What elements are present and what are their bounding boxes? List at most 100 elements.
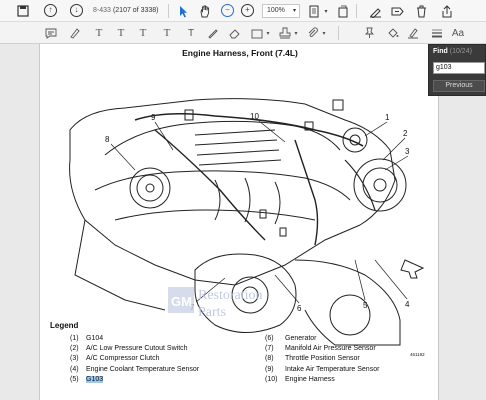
pen-color-icon [408,28,418,39]
divider [338,26,339,40]
zoom-select[interactable]: 100% ▾ [262,4,300,18]
find-previous-button[interactable]: Previous [433,80,485,92]
text-strikethrough-tool[interactable]: T [114,25,128,41]
select-tool-button[interactable] [178,3,188,19]
chevron-down-icon: ▾ [292,8,296,14]
minus-icon: − [221,4,234,17]
share-button[interactable] [440,3,454,19]
callout-6: 6 [297,304,302,313]
chevron-down-icon[interactable]: ▾ [264,25,272,41]
color-tool[interactable] [386,25,400,41]
rectangle-icon [251,29,263,38]
text-replace-tool[interactable]: T [136,25,150,41]
callout-4: 4 [405,300,410,309]
legend-item: (9) Intake Air Temperature Sensor [265,365,380,373]
legend-item: (5) G103 [70,375,104,383]
cursor-arrow-icon [179,5,187,17]
comment-tool[interactable] [44,25,58,41]
attach-tool[interactable] [306,25,320,41]
legend-item: (2) A/C Low Pressure Cutout Switch [70,345,188,353]
page-count: (2107 of 3338) [112,7,159,14]
text-box-icon: T [187,27,195,39]
font-tool[interactable]: Aa [450,25,466,41]
sign-button[interactable] [368,3,382,19]
fill-sign-icon [391,7,404,15]
eraser-tool[interactable] [228,25,242,41]
previous-page-button[interactable]: ↑ [44,4,57,17]
hand-icon [200,5,210,17]
stamp-tool[interactable] [278,25,292,41]
share-icon [442,4,452,17]
arrow-up-icon: ↑ [44,4,57,17]
search-highlight: G103 [86,375,104,383]
chevron-down-icon[interactable]: ▾ [320,25,328,41]
find-header: Find (10/24) [433,48,472,55]
zoom-out-button[interactable]: − [221,4,234,17]
highlighter-icon [70,28,80,39]
legend-item: (10) Engine Harness [265,375,335,383]
next-page-button[interactable]: ↓ [70,4,83,17]
stroke-color-tool[interactable] [406,25,420,41]
highlight-tool[interactable] [68,25,82,41]
annotation-toolbar: T T T T T ▾ ▾ ▾ Aa [0,22,486,44]
text-underline-tool[interactable]: T [92,25,106,41]
arrow-down-icon: ↓ [70,4,83,17]
save-icon[interactable] [14,2,32,20]
rotate-page-icon [338,5,348,17]
eraser-icon [229,29,240,39]
divider [356,4,357,18]
legend-item: (4) Engine Coolant Temperature Sensor [70,365,200,373]
callout-1: 1 [385,113,390,122]
find-label: Find [433,48,448,55]
callout-5: 5 [363,301,368,310]
legend-right-column: (6) Generator (7) Manifold Air Pressure Se… [265,334,379,385]
draw-tool[interactable] [206,25,220,41]
watermark: GM Restoration Parts [168,282,288,327]
pen-sign-icon [369,7,381,18]
trash-icon [416,5,426,17]
callout-8: 8 [105,135,110,144]
chevron-down-icon[interactable]: ▾ [322,3,330,19]
hand-tool-button[interactable] [198,3,212,19]
legend-item: (3) A/C Compressor Clutch [70,355,160,363]
callout-2: 2 [403,129,408,138]
font-icon: Aa [451,27,465,39]
text-icon: T [163,27,171,39]
plus-icon: + [241,4,254,17]
text-insert-tool[interactable]: T [160,25,174,41]
callout-9: 9 [151,113,156,122]
callout-10: 10 [250,112,259,121]
fit-page-button[interactable] [308,3,322,19]
zoom-in-button[interactable]: + [241,4,254,17]
pencil-icon [208,29,218,39]
find-input[interactable]: g103 [433,62,485,74]
rotate-button[interactable] [336,3,350,19]
stamp-icon [279,27,291,39]
shape-tool[interactable] [250,25,264,41]
divider [168,4,169,18]
page-navigation: 8-433 (2107 of 3338) [93,4,165,18]
pin-tool[interactable] [362,25,376,41]
fill-sign-button[interactable] [390,3,404,19]
callout-3: 3 [405,147,410,156]
page-number-field[interactable]: 8-433 [93,4,111,18]
paperclip-icon [308,27,318,38]
svg-text:Parts: Parts [198,305,226,320]
line-style-tool[interactable] [430,25,444,41]
legend-item: (8) Throttle Position Sensor [265,355,360,363]
legend-item: (1) G104 [70,335,104,342]
svg-text:Restoration: Restoration [198,288,263,303]
fit-page-icon [309,5,319,17]
main-toolbar: ↑ ↓ 8-433 (2107 of 3338) − + 100% ▾ ▾ [0,0,486,22]
chevron-down-icon[interactable]: ▾ [292,25,300,41]
zoom-value: 100% [267,7,285,14]
arrow-icon [400,259,425,279]
delete-button[interactable] [414,3,428,19]
text-icon: T [95,27,103,39]
svg-text:GM: GM [171,294,192,309]
line-weight-icon [432,29,442,38]
legend-title: Legend [50,321,79,330]
add-text-tool[interactable]: T [184,25,198,41]
pdf-page: Engine Harness, Front (7.4L) 9 8 10 1 2 … [39,44,439,400]
find-panel: Find (10/24) g103 Previous [428,44,486,96]
